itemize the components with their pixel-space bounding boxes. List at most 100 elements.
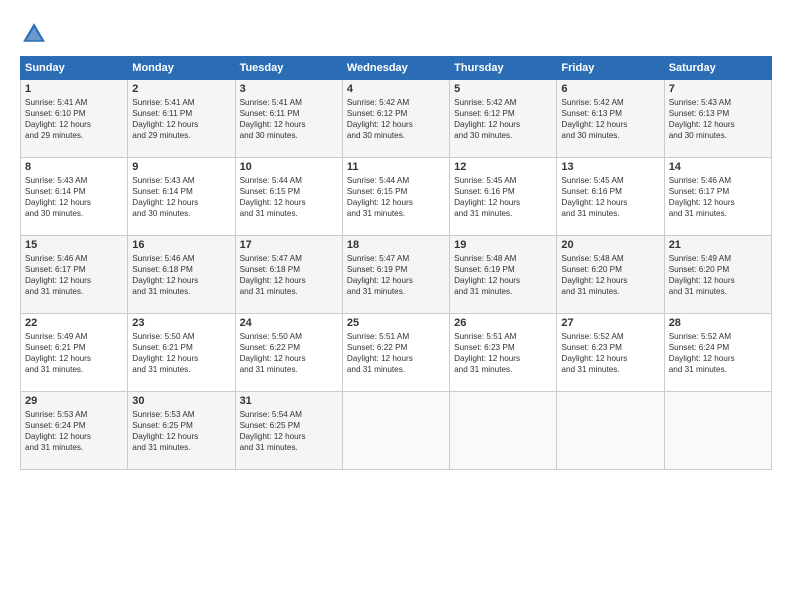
day-number: 20 (561, 239, 659, 251)
day-number: 16 (132, 239, 230, 251)
logo-icon (20, 20, 48, 48)
day-number: 12 (454, 161, 552, 173)
day-number: 27 (561, 317, 659, 329)
day-info: Sunrise: 5:50 AMSunset: 6:22 PMDaylight:… (240, 331, 338, 375)
calendar-cell: 19 Sunrise: 5:48 AMSunset: 6:19 PMDayligh… (450, 236, 557, 314)
day-number: 2 (132, 83, 230, 95)
week-row-2: 8 Sunrise: 5:43 AMSunset: 6:14 PMDaylight… (21, 158, 772, 236)
calendar-cell: 29Sunrise: 5:53 AMSunset: 6:24 PMDayligh… (21, 392, 128, 470)
day-info: Sunrise: 5:54 AMSunset: 6:25 PMDaylight:… (240, 409, 338, 453)
day-info: Sunrise: 5:51 AMSunset: 6:23 PMDaylight:… (454, 331, 552, 375)
day-number: 22 (25, 317, 123, 329)
header-row: SundayMondayTuesdayWednesdayThursdayFrid… (21, 57, 772, 80)
day-info: Sunrise: 5:42 AMSunset: 6:13 PMDaylight:… (561, 97, 659, 141)
day-number: 5 (454, 83, 552, 95)
calendar-cell: 11 Sunrise: 5:44 AMSunset: 6:15 PMDayligh… (342, 158, 449, 236)
calendar-cell: 21Sunrise: 5:49 AMSunset: 6:20 PMDayligh… (664, 236, 771, 314)
day-number: 1 (25, 83, 123, 95)
calendar-cell: 28 Sunrise: 5:52 AMSunset: 6:24 PMDayligh… (664, 314, 771, 392)
day-number: 14 (669, 161, 767, 173)
day-info: Sunrise: 5:46 AMSunset: 6:18 PMDaylight:… (132, 253, 230, 297)
day-info: Sunrise: 5:52 AMSunset: 6:24 PMDaylight:… (669, 331, 767, 375)
calendar-cell: 3 Sunrise: 5:41 AMSunset: 6:11 PMDaylight… (235, 80, 342, 158)
day-number: 8 (25, 161, 123, 173)
day-info: Sunrise: 5:45 AMSunset: 6:16 PMDaylight:… (454, 175, 552, 219)
day-info: Sunrise: 5:42 AMSunset: 6:12 PMDaylight:… (454, 97, 552, 141)
calendar-header: SundayMondayTuesdayWednesdayThursdayFrid… (21, 57, 772, 80)
week-row-1: 1 Sunrise: 5:41 AMSunset: 6:10 PMDaylight… (21, 80, 772, 158)
calendar-cell: 25 Sunrise: 5:51 AMSunset: 6:22 PMDayligh… (342, 314, 449, 392)
day-number: 17 (240, 239, 338, 251)
calendar-table: SundayMondayTuesdayWednesdayThursdayFrid… (20, 56, 772, 470)
calendar-cell: 17 Sunrise: 5:47 AMSunset: 6:18 PMDayligh… (235, 236, 342, 314)
day-number: 25 (347, 317, 445, 329)
day-info: Sunrise: 5:44 AMSunset: 6:15 PMDaylight:… (240, 175, 338, 219)
day-number: 11 (347, 161, 445, 173)
calendar-cell: 26 Sunrise: 5:51 AMSunset: 6:23 PMDayligh… (450, 314, 557, 392)
page-container: SundayMondayTuesdayWednesdayThursdayFrid… (0, 0, 792, 480)
day-info: Sunrise: 5:50 AMSunset: 6:21 PMDaylight:… (132, 331, 230, 375)
header-cell-sunday: Sunday (21, 57, 128, 80)
calendar-cell: 5 Sunrise: 5:42 AMSunset: 6:12 PMDaylight… (450, 80, 557, 158)
day-number: 29 (25, 395, 123, 407)
calendar-cell: 8 Sunrise: 5:43 AMSunset: 6:14 PMDaylight… (21, 158, 128, 236)
week-row-5: 29Sunrise: 5:53 AMSunset: 6:24 PMDayligh… (21, 392, 772, 470)
day-info: Sunrise: 5:46 AMSunset: 6:17 PMDaylight:… (669, 175, 767, 219)
header-cell-friday: Friday (557, 57, 664, 80)
day-info: Sunrise: 5:46 AMSunset: 6:17 PMDaylight:… (25, 253, 123, 297)
header-cell-tuesday: Tuesday (235, 57, 342, 80)
header-cell-saturday: Saturday (664, 57, 771, 80)
logo (20, 20, 50, 48)
day-number: 6 (561, 83, 659, 95)
calendar-cell (342, 392, 449, 470)
day-number: 23 (132, 317, 230, 329)
calendar-cell (450, 392, 557, 470)
day-info: Sunrise: 5:53 AMSunset: 6:25 PMDaylight:… (132, 409, 230, 453)
week-row-3: 15Sunrise: 5:46 AMSunset: 6:17 PMDayligh… (21, 236, 772, 314)
day-info: Sunrise: 5:48 AMSunset: 6:19 PMDaylight:… (454, 253, 552, 297)
day-number: 3 (240, 83, 338, 95)
day-number: 24 (240, 317, 338, 329)
day-info: Sunrise: 5:51 AMSunset: 6:22 PMDaylight:… (347, 331, 445, 375)
day-info: Sunrise: 5:43 AMSunset: 6:14 PMDaylight:… (132, 175, 230, 219)
calendar-body: 1 Sunrise: 5:41 AMSunset: 6:10 PMDaylight… (21, 80, 772, 470)
day-number: 4 (347, 83, 445, 95)
day-info: Sunrise: 5:43 AMSunset: 6:14 PMDaylight:… (25, 175, 123, 219)
day-number: 9 (132, 161, 230, 173)
calendar-cell: 2 Sunrise: 5:41 AMSunset: 6:11 PMDaylight… (128, 80, 235, 158)
calendar-cell: 4 Sunrise: 5:42 AMSunset: 6:12 PMDaylight… (342, 80, 449, 158)
calendar-cell: 1 Sunrise: 5:41 AMSunset: 6:10 PMDaylight… (21, 80, 128, 158)
day-number: 28 (669, 317, 767, 329)
day-number: 26 (454, 317, 552, 329)
calendar-cell: 15Sunrise: 5:46 AMSunset: 6:17 PMDayligh… (21, 236, 128, 314)
day-info: Sunrise: 5:42 AMSunset: 6:12 PMDaylight:… (347, 97, 445, 141)
day-info: Sunrise: 5:41 AMSunset: 6:11 PMDaylight:… (240, 97, 338, 141)
day-number: 31 (240, 395, 338, 407)
day-info: Sunrise: 5:52 AMSunset: 6:23 PMDaylight:… (561, 331, 659, 375)
calendar-cell (664, 392, 771, 470)
calendar-cell: 6 Sunrise: 5:42 AMSunset: 6:13 PMDaylight… (557, 80, 664, 158)
calendar-cell: 16 Sunrise: 5:46 AMSunset: 6:18 PMDayligh… (128, 236, 235, 314)
day-number: 10 (240, 161, 338, 173)
calendar-cell: 18Sunrise: 5:47 AMSunset: 6:19 PMDayligh… (342, 236, 449, 314)
day-info: Sunrise: 5:49 AMSunset: 6:20 PMDaylight:… (669, 253, 767, 297)
header-cell-wednesday: Wednesday (342, 57, 449, 80)
day-number: 30 (132, 395, 230, 407)
day-info: Sunrise: 5:47 AMSunset: 6:18 PMDaylight:… (240, 253, 338, 297)
calendar-cell: 10 Sunrise: 5:44 AMSunset: 6:15 PMDayligh… (235, 158, 342, 236)
calendar-cell: 30 Sunrise: 5:53 AMSunset: 6:25 PMDayligh… (128, 392, 235, 470)
day-info: Sunrise: 5:41 AMSunset: 6:11 PMDaylight:… (132, 97, 230, 141)
day-info: Sunrise: 5:47 AMSunset: 6:19 PMDaylight:… (347, 253, 445, 297)
day-info: Sunrise: 5:44 AMSunset: 6:15 PMDaylight:… (347, 175, 445, 219)
calendar-cell: 20Sunrise: 5:48 AMSunset: 6:20 PMDayligh… (557, 236, 664, 314)
header-cell-monday: Monday (128, 57, 235, 80)
day-info: Sunrise: 5:41 AMSunset: 6:10 PMDaylight:… (25, 97, 123, 141)
header-cell-thursday: Thursday (450, 57, 557, 80)
calendar-cell: 12 Sunrise: 5:45 AMSunset: 6:16 PMDayligh… (450, 158, 557, 236)
day-number: 19 (454, 239, 552, 251)
calendar-cell: 22 Sunrise: 5:49 AMSunset: 6:21 PMDayligh… (21, 314, 128, 392)
week-row-4: 22 Sunrise: 5:49 AMSunset: 6:21 PMDayligh… (21, 314, 772, 392)
day-info: Sunrise: 5:49 AMSunset: 6:21 PMDaylight:… (25, 331, 123, 375)
calendar-cell: 31 Sunrise: 5:54 AMSunset: 6:25 PMDayligh… (235, 392, 342, 470)
calendar-cell: 14 Sunrise: 5:46 AMSunset: 6:17 PMDayligh… (664, 158, 771, 236)
